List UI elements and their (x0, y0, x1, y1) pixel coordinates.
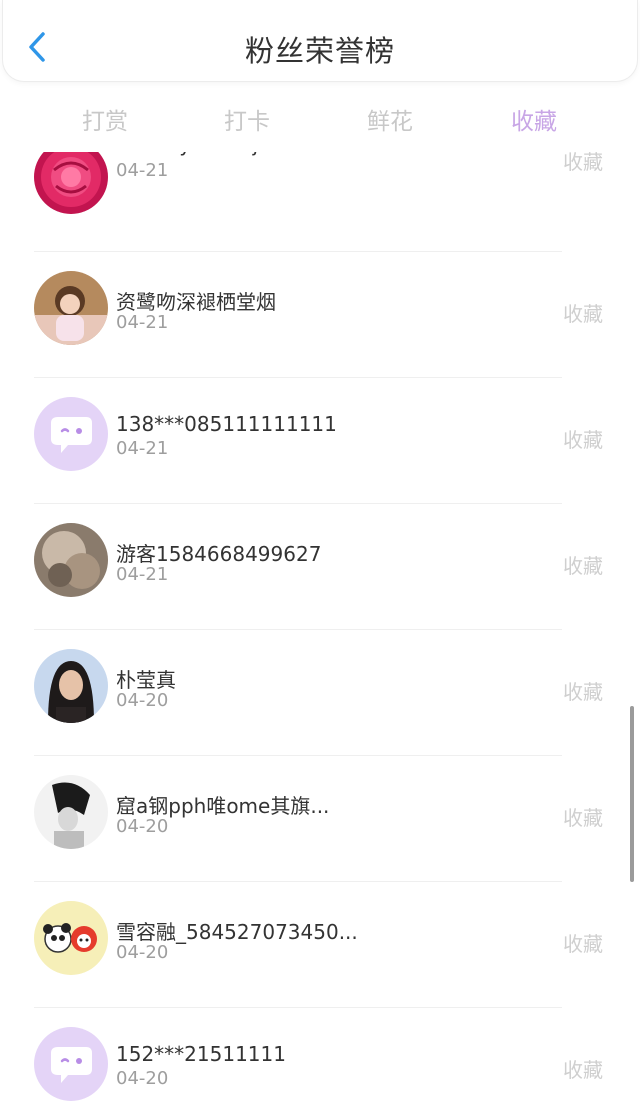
fan-list: marcbymarccjacobs 04-21 收藏 资鹭吻深褪栖堂烟 04-2… (0, 152, 640, 1106)
panda-mascot-avatar (34, 901, 108, 975)
list-item[interactable]: 游客1584668499627 04-21 收藏 (0, 504, 640, 630)
user-name: 资鹭吻深褪栖堂烟 (116, 290, 276, 314)
tab-flowers[interactable]: 鲜花 (345, 102, 435, 136)
bw-photo-avatar (34, 775, 108, 849)
tab-favorites[interactable]: 收藏 (489, 102, 579, 136)
favorite-action[interactable]: 收藏 (563, 550, 603, 579)
list-item[interactable]: marcbymarccjacobs 04-21 收藏 (0, 152, 640, 252)
date-label: 04-21 (116, 160, 169, 181)
user-name: marcbymarccjacobs (116, 152, 317, 156)
favorite-action[interactable]: 收藏 (563, 424, 603, 453)
user-name: 152***21511111 (116, 1042, 286, 1066)
child-photo-avatar (34, 271, 108, 345)
favorite-action[interactable]: 收藏 (563, 676, 603, 705)
date-label: 04-21 (116, 564, 169, 585)
list-item[interactable]: 朴莹真 04-20 收藏 (0, 630, 640, 756)
list-item[interactable]: 152***21511111 04-20 收藏 (0, 1008, 640, 1106)
tab-bar: 打赏 打卡 鲜花 收藏 (0, 82, 640, 152)
date-label: 04-21 (116, 438, 169, 459)
list-item[interactable]: 138***085111111111 04-21 收藏 (0, 378, 640, 504)
user-name: 窟a钢pph唯ome其旗... (116, 794, 330, 818)
default-chat-avatar (34, 1027, 108, 1101)
rose-photo-avatar (34, 152, 108, 214)
tab-tips[interactable]: 打赏 (60, 102, 150, 136)
list-item[interactable]: 资鹭吻深褪栖堂烟 04-21 收藏 (0, 252, 640, 378)
favorite-action[interactable]: 收藏 (563, 298, 603, 327)
favorite-action[interactable]: 收藏 (563, 928, 603, 957)
user-name: 朴莹真 (116, 668, 176, 692)
list-item[interactable]: 窟a钢pph唯ome其旗... 04-20 收藏 (0, 756, 640, 882)
date-label: 04-20 (116, 816, 169, 837)
favorite-action[interactable]: 收藏 (563, 1054, 603, 1083)
favorite-action[interactable]: 收藏 (563, 152, 603, 175)
user-name: 游客1584668499627 (116, 542, 322, 566)
woman-photo-avatar (34, 649, 108, 723)
date-label: 04-21 (116, 312, 169, 333)
scrollbar[interactable] (630, 706, 634, 882)
favorite-action[interactable]: 收藏 (563, 802, 603, 831)
date-label: 04-20 (116, 942, 169, 963)
tab-checkin[interactable]: 打卡 (202, 102, 292, 136)
date-label: 04-20 (116, 1068, 169, 1089)
default-chat-avatar (34, 397, 108, 471)
user-name: 138***085111111111 (116, 412, 337, 436)
user-name: 雪容融_584527073450... (116, 920, 358, 944)
page-title: 粉丝荣誉榜 (244, 34, 395, 68)
top-nav-bar: 粉丝荣誉榜 (2, 0, 638, 82)
list-item[interactable]: 雪容融_584527073450... 04-20 收藏 (0, 882, 640, 1008)
date-label: 04-20 (116, 690, 169, 711)
blurred-photo-avatar (34, 523, 108, 597)
